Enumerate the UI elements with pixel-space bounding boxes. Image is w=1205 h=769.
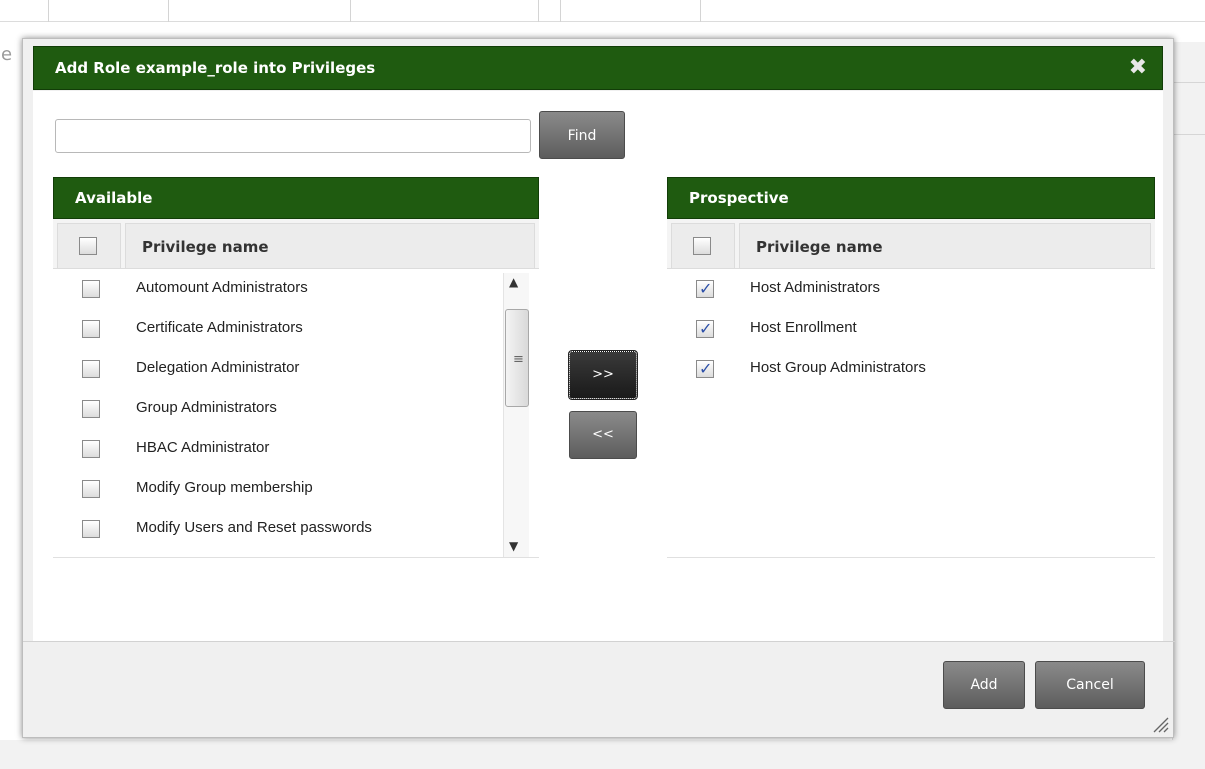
item-checkbox[interactable] (696, 319, 714, 338)
search-input[interactable] (55, 119, 531, 153)
dialog-title: Add Role example_role into Privileges (55, 59, 376, 77)
available-scrollbar[interactable]: ▲ ≡ ▼ (501, 273, 531, 557)
list-divider (53, 557, 539, 558)
resize-grip-icon[interactable] (1151, 715, 1169, 733)
list-item[interactable]: Host Group Administrators (667, 349, 1155, 389)
list-item[interactable]: Automount Administrators (53, 269, 539, 309)
item-label: Host Administrators (750, 279, 881, 296)
available-column-header: Privilege name (53, 219, 539, 269)
item-label: Automount Administrators (136, 279, 308, 296)
dialog-titlebar[interactable]: Add Role example_role into Privileges ✖ (33, 46, 1163, 90)
close-icon[interactable]: ✖ (1129, 55, 1147, 80)
prospective-column-header: Privilege name (667, 219, 1155, 269)
item-checkbox[interactable] (696, 279, 714, 298)
list-item[interactable]: Certificate Administrators (53, 309, 539, 349)
add-button[interactable]: Add (943, 661, 1025, 709)
item-label: HBAC Administrator (136, 439, 270, 456)
scroll-up-icon[interactable]: ▲ (509, 275, 518, 289)
select-all-cell (57, 223, 121, 269)
column-header-privilege-name[interactable]: Privilege name (739, 223, 1151, 269)
add-to-prospective-button[interactable]: >> (568, 350, 638, 400)
item-label: Certificate Administrators (136, 319, 303, 336)
list-item[interactable]: Host Administrators (667, 269, 1155, 309)
dialog-content: Find Available Privilege name Automount … (33, 91, 1163, 641)
available-header: Available (53, 177, 539, 219)
grip-icon: ≡ (513, 352, 524, 367)
background-table-header (0, 0, 1205, 22)
list-item[interactable]: Delegation Administrator (53, 349, 539, 389)
item-label: Delegation Administrator (136, 359, 300, 376)
item-label: Modify Group membership (136, 479, 313, 496)
remove-from-prospective-button[interactable]: << (569, 411, 637, 459)
scroll-down-icon[interactable]: ▼ (509, 539, 518, 553)
column-header-privilege-name[interactable]: Privilege name (125, 223, 535, 269)
item-checkbox[interactable] (82, 280, 100, 298)
available-select-all-checkbox[interactable] (79, 237, 97, 255)
item-checkbox[interactable] (82, 320, 100, 338)
list-item[interactable]: Modify Group membership (53, 469, 539, 509)
list-item[interactable]: HBAC Administrator (53, 429, 539, 469)
background-page-footer (0, 740, 1205, 769)
footer-divider (23, 641, 1175, 642)
item-label: Group Administrators (136, 399, 277, 416)
item-checkbox[interactable] (82, 400, 100, 418)
find-button[interactable]: Find (539, 111, 625, 159)
select-all-cell (671, 223, 735, 269)
background-page-edge (1172, 42, 1205, 742)
background-text-fragment: e (1, 44, 13, 65)
item-checkbox[interactable] (82, 480, 100, 498)
item-checkbox[interactable] (82, 440, 100, 458)
available-panel: Available Privilege name Automount Admin… (53, 177, 539, 621)
item-checkbox[interactable] (82, 520, 100, 538)
prospective-panel: Prospective Privilege name Host Administ… (667, 177, 1155, 621)
add-privileges-dialog: Add Role example_role into Privileges ✖ … (22, 38, 1175, 738)
item-label: Host Enrollment (750, 319, 857, 336)
item-label: Modify Users and Reset passwords (136, 519, 372, 536)
scrollbar-thumb[interactable]: ≡ (505, 309, 529, 407)
list-item[interactable]: Group Administrators (53, 389, 539, 429)
list-item[interactable]: Host Enrollment (667, 309, 1155, 349)
item-checkbox[interactable] (82, 360, 100, 378)
list-divider (667, 557, 1155, 558)
item-checkbox[interactable] (696, 359, 714, 378)
item-label: Host Group Administrators (750, 359, 926, 376)
list-item[interactable]: Modify Users and Reset passwords (53, 509, 539, 549)
cancel-button[interactable]: Cancel (1035, 661, 1145, 709)
prospective-select-all-checkbox[interactable] (693, 237, 711, 255)
prospective-header: Prospective (667, 177, 1155, 219)
